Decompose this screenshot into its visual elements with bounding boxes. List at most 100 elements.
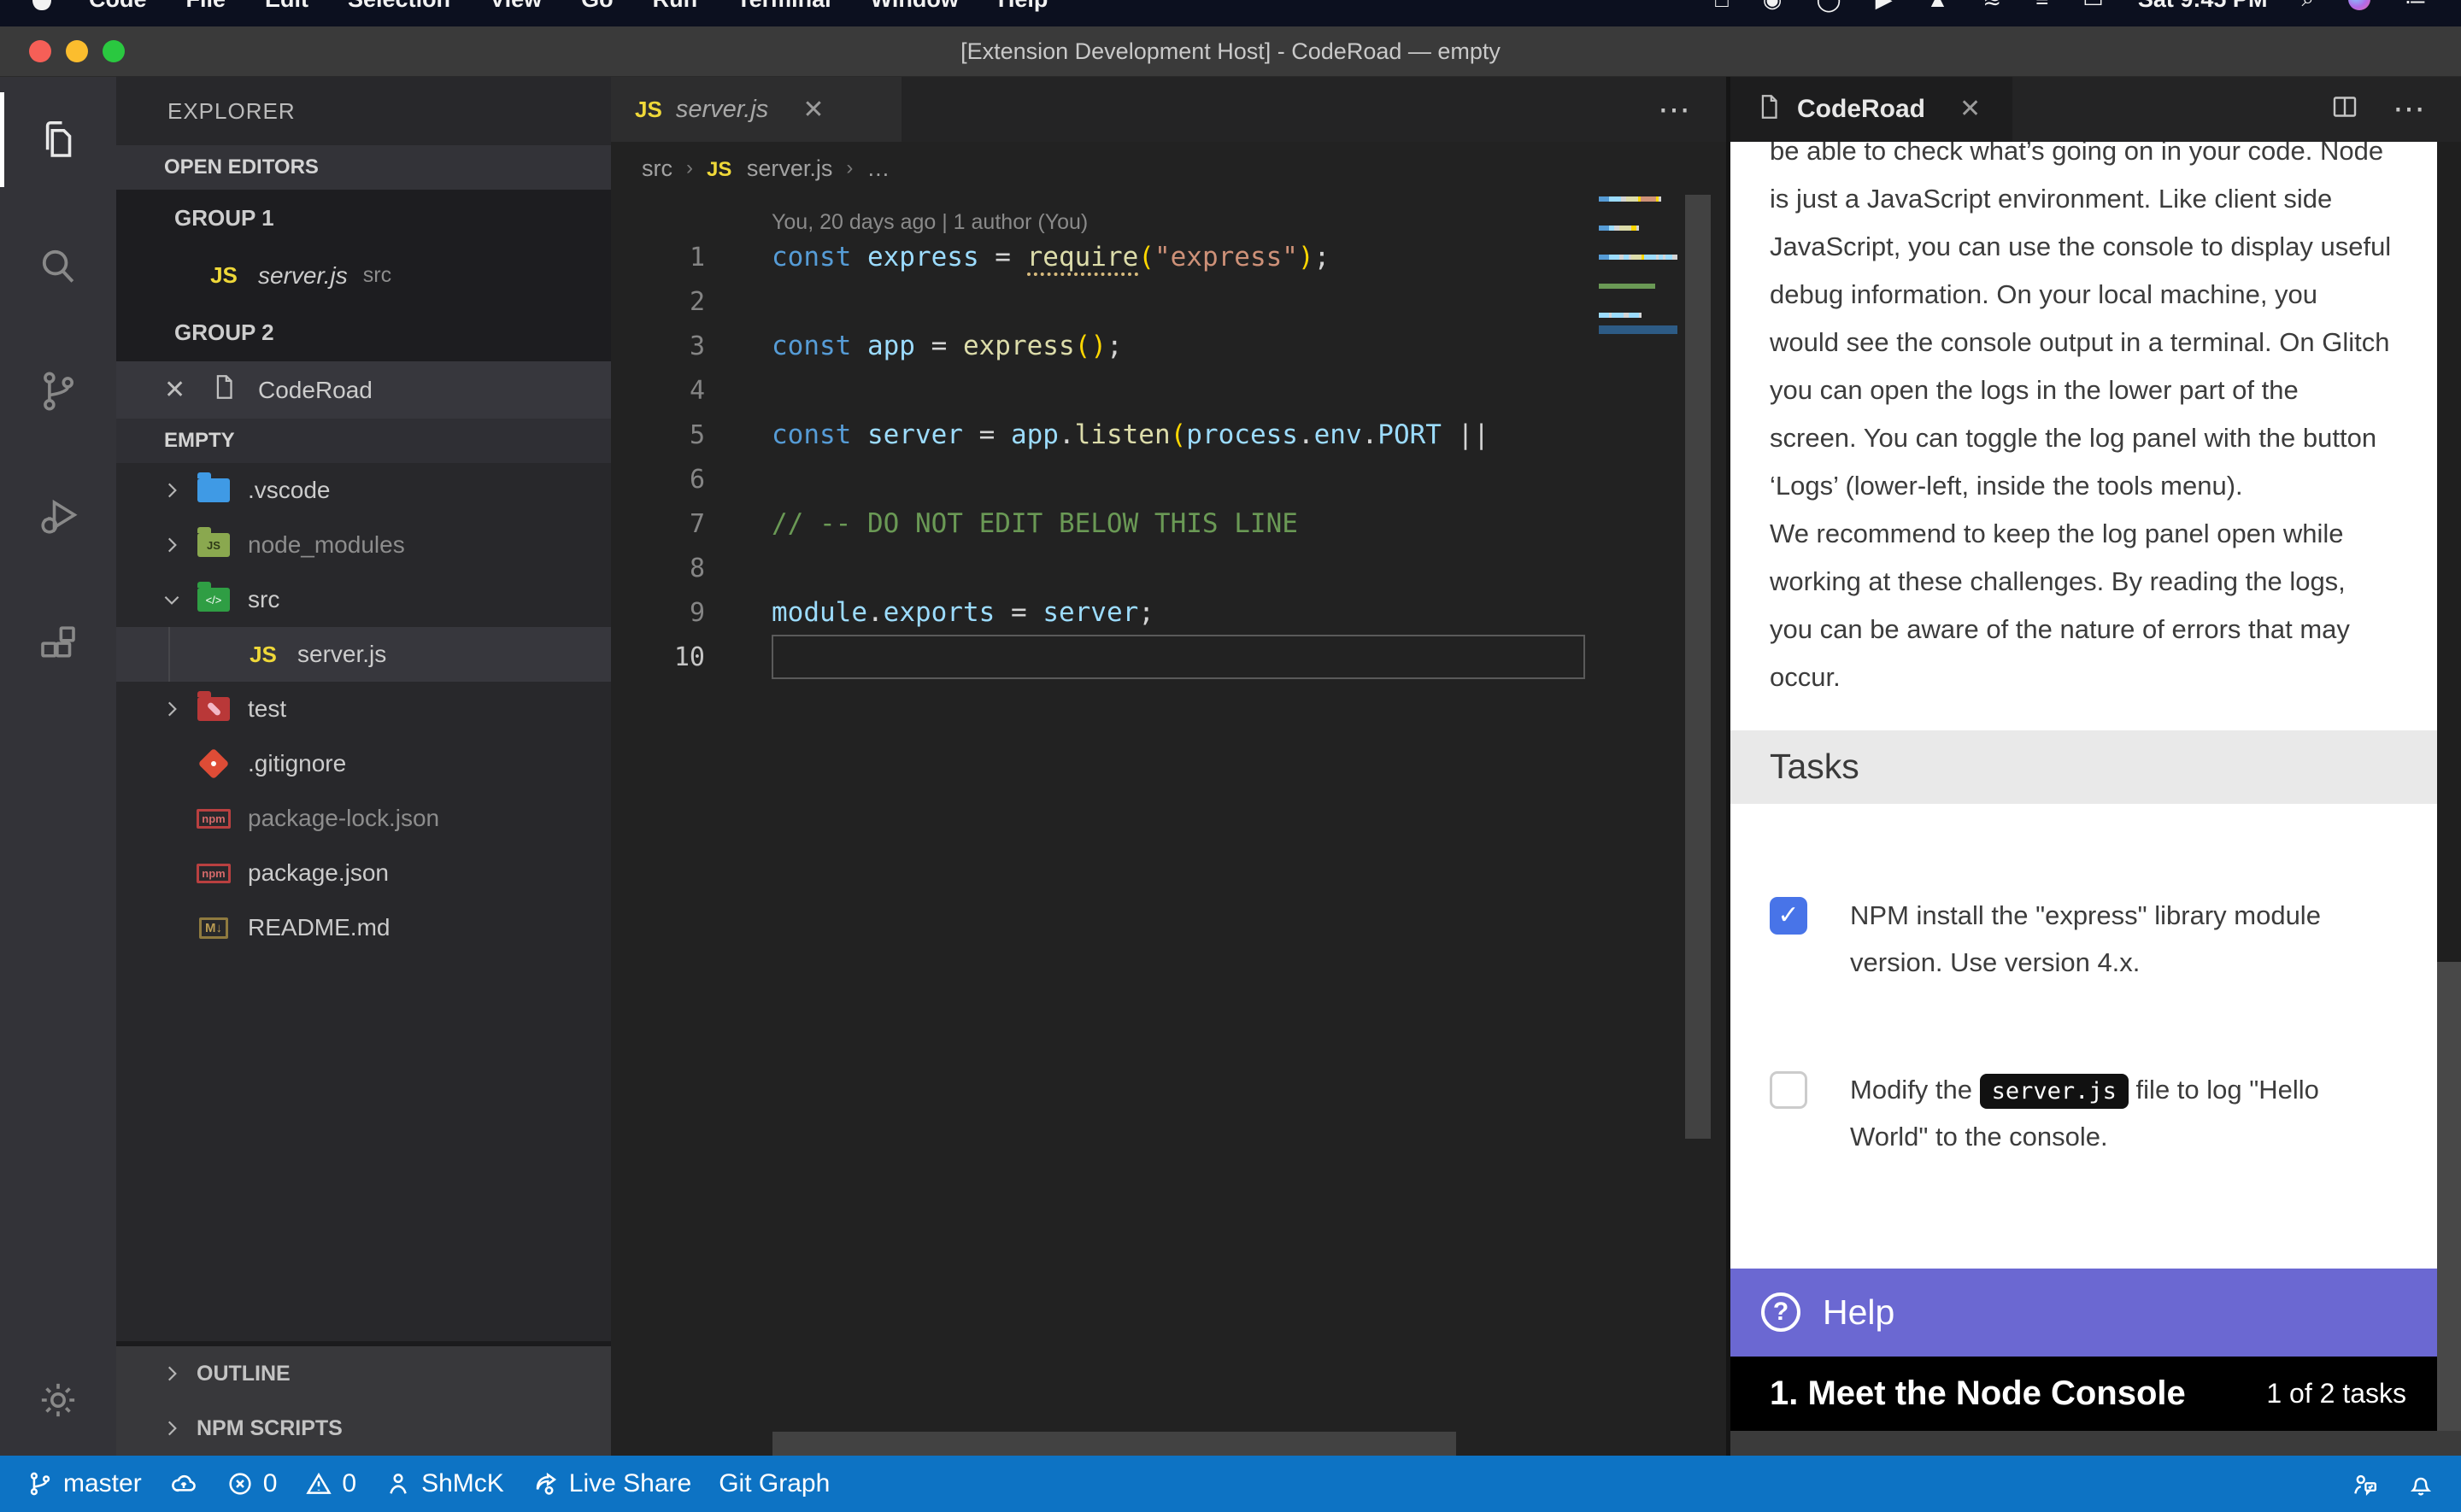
status-warnings[interactable]: 0	[291, 1456, 370, 1512]
chevron-right-icon	[161, 534, 191, 556]
sidebar-section-outline[interactable]: OUTLINE	[116, 1346, 611, 1401]
chevron-down-icon	[161, 589, 191, 611]
menu-item-go[interactable]: Go	[581, 0, 614, 12]
tree-item-server-js[interactable]: JSserver.js	[116, 627, 611, 682]
menu-clock[interactable]: Sat 9:45 PM	[2138, 0, 2268, 13]
code-line-8[interactable]: 8	[611, 546, 1726, 590]
lesson-footer[interactable]: 1. Meet the Node Console 1 of 2 tasks	[1730, 1357, 2437, 1431]
tree-item--vscode[interactable]: .vscode	[116, 463, 611, 518]
code-line-7[interactable]: 7// -- DO NOT EDIT BELOW THIS LINE	[611, 501, 1726, 546]
sidebar-section-npm-scripts[interactable]: NPM SCRIPTS	[116, 1401, 611, 1456]
menu-status-icon[interactable]: ◉	[1763, 0, 1783, 12]
status-live-share[interactable]: Live Share	[518, 1456, 705, 1512]
editor-vertical-scrollbar[interactable]	[1685, 195, 1711, 1139]
menu-status-icon[interactable]: ◯	[1816, 0, 1841, 12]
chevron-right-icon	[161, 1363, 191, 1385]
open-editor-server-js[interactable]: ✕JSserver.jssrc	[116, 247, 611, 304]
status-feedback[interactable]	[2336, 1456, 2393, 1512]
task-checkbox-unchecked[interactable]	[1770, 1071, 1807, 1109]
task-item-1: ✓NPM install the "express" library modul…	[1770, 892, 2420, 986]
tree-item-package-lock-json[interactable]: npmpackage-lock.json	[116, 791, 611, 846]
status-notifications[interactable]	[2393, 1456, 2449, 1512]
editor-group-label: GROUP 1	[116, 190, 611, 247]
tab-server-js[interactable]: JS server.js ✕	[611, 77, 902, 142]
close-editor-icon[interactable]: ✕	[164, 375, 202, 405]
code-line-3[interactable]: 3const app = express();	[611, 324, 1726, 368]
split-editor-icon[interactable]	[2329, 91, 2393, 126]
tree-item-src[interactable]: </>src	[116, 572, 611, 627]
code-line-2[interactable]: 2	[611, 279, 1726, 324]
src-folder-icon: </>	[197, 588, 230, 612]
menu-item-file[interactable]: File	[186, 0, 226, 12]
git-icon	[198, 748, 230, 780]
line-number: 8	[611, 554, 722, 583]
file-icon	[209, 370, 238, 410]
file-tree: .vscodeJSnode_modules</>srcJSserver.jste…	[116, 463, 611, 955]
menu-item-window[interactable]: Window	[871, 0, 959, 12]
menu-status-icon[interactable]: ≋	[1982, 0, 2001, 12]
status-git-branch-status[interactable]: master	[12, 1456, 156, 1512]
close-tab-icon[interactable]: ✕	[1959, 94, 1981, 124]
menu-status-icon[interactable]: ▶	[1876, 0, 1893, 12]
menu-status-icon[interactable]: ≡	[2035, 0, 2048, 12]
inline-code-chip: server.js	[1980, 1074, 2129, 1109]
status-live-share-account[interactable]: ShMcK	[370, 1456, 518, 1512]
code-editor[interactable]: You, 20 days ago | 1 author (You) 1const…	[611, 195, 1726, 1456]
line-number: 4	[611, 376, 722, 406]
tab-coderoad[interactable]: CodeRoad ✕	[1730, 77, 2012, 142]
status-errors[interactable]: 0	[212, 1456, 291, 1512]
menu-status-icon[interactable]: □	[1715, 0, 1729, 12]
code-line-5[interactable]: 5const server = app.listen(process.env.P…	[611, 413, 1726, 457]
activity-explorer-icon[interactable]	[0, 77, 116, 202]
tutorial-text-line: JavaScript, you can use the console to d…	[1770, 223, 2437, 271]
tree-item-node-modules[interactable]: JSnode_modules	[116, 518, 611, 572]
minimap[interactable]	[1599, 195, 1677, 1456]
editor-horizontal-scrollbar[interactable]	[772, 1432, 1456, 1456]
tree-item-test[interactable]: test	[116, 682, 611, 736]
menu-item-run[interactable]: Run	[653, 0, 697, 12]
menu-item-help[interactable]: Help	[998, 0, 1048, 12]
panel-more-actions-icon[interactable]: ⋯	[2393, 90, 2429, 128]
code-line-6[interactable]: 6	[611, 457, 1726, 501]
activity-extensions-icon[interactable]	[0, 579, 116, 705]
settings-gear-icon[interactable]	[0, 1345, 116, 1456]
status-publish-changes[interactable]	[156, 1456, 212, 1512]
code-line-4[interactable]: 4	[611, 368, 1726, 413]
breadcrumb-segment[interactable]: src	[642, 155, 673, 182]
breadcrumb-segment[interactable]: JS server.js	[707, 155, 832, 182]
open-editors-header[interactable]: OPEN EDITORS	[116, 145, 611, 190]
siri-icon[interactable]	[2348, 0, 2370, 10]
open-editor-coderoad[interactable]: ✕CodeRoad	[116, 361, 611, 419]
tree-item-readme-md[interactable]: M↓README.md	[116, 900, 611, 955]
codelens-annotation[interactable]: You, 20 days ago | 1 author (You)	[611, 195, 1726, 235]
spotlight-icon[interactable]: ⌕	[2301, 0, 2314, 13]
tree-item--gitignore[interactable]: .gitignore	[116, 736, 611, 791]
activity-source-control-icon[interactable]	[0, 328, 116, 454]
workspace-folder-header[interactable]: EMPTY	[116, 419, 611, 463]
js-file-icon: JS	[707, 158, 731, 181]
tree-item-package-json[interactable]: npmpackage.json	[116, 846, 611, 900]
status-git-graph[interactable]: Git Graph	[705, 1456, 843, 1512]
webview-scrollbar[interactable]	[2437, 142, 2461, 1431]
activity-run-debug-icon[interactable]	[0, 454, 116, 579]
menu-item-selection[interactable]: Selection	[348, 0, 450, 12]
code-line-9[interactable]: 9module.exports = server;	[611, 590, 1726, 635]
code-line-1[interactable]: 1const express = require("express");	[611, 235, 1726, 279]
control-center-icon[interactable]: ≔	[2405, 0, 2427, 13]
apple-menu-icon[interactable]	[32, 0, 51, 10]
menu-item-edit[interactable]: Edit	[265, 0, 308, 12]
close-tab-icon[interactable]: ✕	[802, 95, 824, 125]
activity-search-icon[interactable]	[0, 202, 116, 328]
menu-status-icon[interactable]: ▲	[1927, 0, 1949, 12]
task-checkbox-checked[interactable]: ✓	[1770, 897, 1807, 935]
help-button[interactable]: ? Help	[1730, 1269, 2437, 1357]
editor-more-actions-icon[interactable]: ⋯	[1658, 91, 1694, 129]
menu-item-view[interactable]: View	[490, 0, 542, 12]
code-line-10[interactable]: 10	[611, 635, 1726, 679]
tasks-section-header: Tasks	[1730, 730, 2437, 804]
menu-item-code[interactable]: Code	[89, 0, 147, 12]
breadcrumb-segment[interactable]: …	[866, 155, 890, 182]
menu-item-terminal[interactable]: Terminal	[737, 0, 831, 12]
line-number: 3	[611, 331, 722, 361]
menu-status-icon[interactable]: ▭	[2082, 0, 2104, 12]
